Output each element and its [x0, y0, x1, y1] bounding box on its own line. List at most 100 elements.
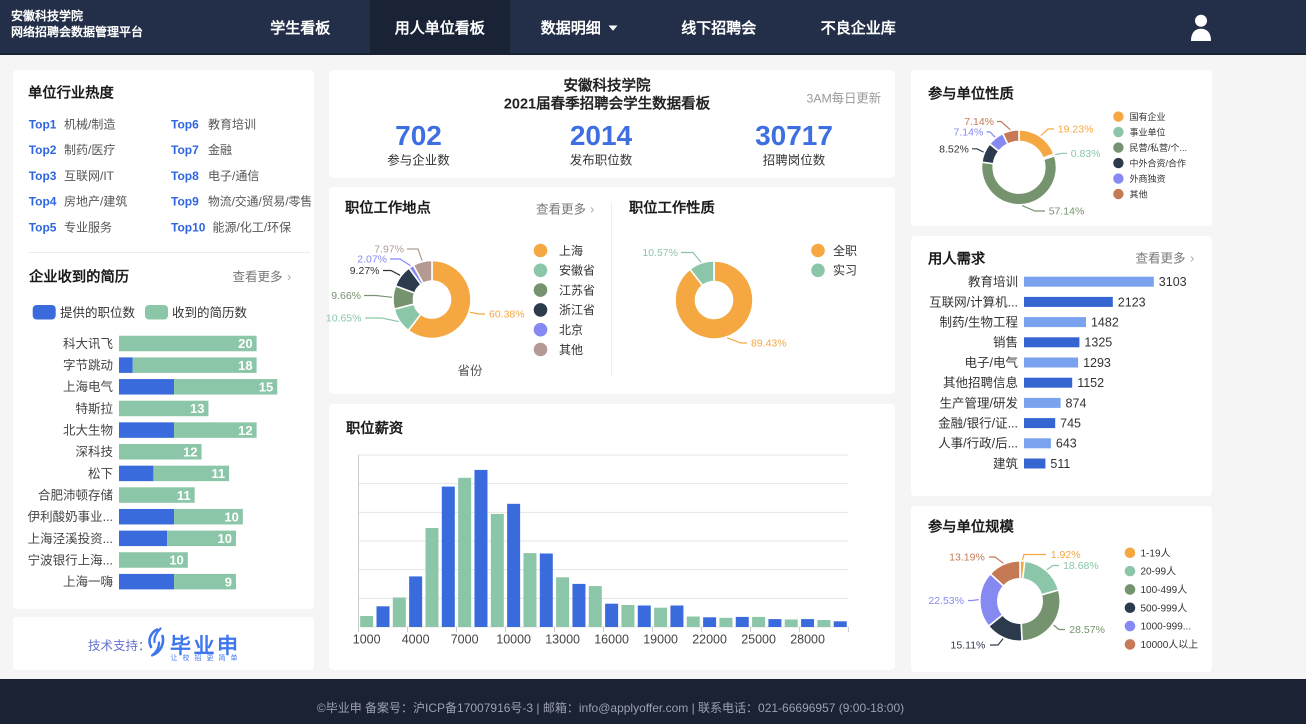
svg-text:用人需求: 用人需求	[928, 250, 986, 268]
svg-text:上海泾溪投资...: 上海泾溪投资...	[28, 531, 113, 546]
svg-text:11: 11	[211, 466, 225, 481]
svg-text:22000: 22000	[692, 633, 727, 647]
svg-text:›: ›	[1190, 251, 1194, 266]
svg-text:北京: 北京	[559, 323, 583, 337]
svg-text:上海: 上海	[559, 243, 583, 258]
svg-text:查看更多: 查看更多	[536, 203, 586, 217]
svg-text:8.52%: 8.52%	[939, 143, 969, 155]
svg-text:1000: 1000	[353, 633, 381, 647]
svg-text:人事/行政/后...: 人事/行政/后...	[938, 437, 1018, 451]
svg-text:1482: 1482	[1091, 316, 1119, 330]
svg-text:100-499人: 100-499人	[1141, 584, 1188, 596]
svg-text:生产管理/研发: 生产管理/研发	[940, 395, 1019, 410]
svg-text:Top8: Top8	[171, 169, 199, 183]
svg-text:Top2: Top2	[29, 143, 57, 157]
svg-text:制药/生物工程: 制药/生物工程	[940, 315, 1019, 330]
svg-text:特斯拉: 特斯拉	[75, 401, 113, 416]
svg-text:松下: 松下	[88, 467, 113, 481]
svg-text:提供的职位数: 提供的职位数	[60, 305, 136, 320]
svg-text:Top9: Top9	[171, 195, 199, 209]
svg-text:互联网/计算机...: 互联网/计算机...	[929, 294, 1018, 309]
svg-text:›: ›	[590, 202, 594, 217]
svg-text:查看更多: 查看更多	[233, 270, 283, 284]
svg-text:字节跳动: 字节跳动	[63, 358, 113, 373]
svg-text:›: ›	[287, 269, 291, 284]
svg-text:让校招更简单: 让校招更简单	[171, 653, 243, 662]
svg-text:收到的简历数: 收到的简历数	[172, 305, 248, 320]
svg-text:事业单位: 事业单位	[1130, 126, 1166, 137]
svg-text:20: 20	[238, 336, 252, 351]
svg-text:15: 15	[259, 380, 273, 395]
svg-text:互联网/IT: 互联网/IT	[64, 169, 115, 183]
svg-text:19.23%: 19.23%	[1058, 124, 1094, 136]
svg-text:国有企业: 国有企业	[1130, 111, 1166, 122]
svg-text:10.65%: 10.65%	[326, 313, 362, 325]
svg-text:702: 702	[395, 120, 442, 151]
svg-text:511: 511	[1050, 457, 1070, 471]
svg-text:物流/交通/贸易/零售: 物流/交通/贸易/零售	[208, 195, 312, 209]
svg-text:Top3: Top3	[29, 169, 57, 183]
svg-text:浙江省: 浙江省	[559, 303, 595, 317]
svg-text:4000: 4000	[402, 633, 430, 647]
svg-text:技术支持：: 技术支持：	[88, 638, 151, 653]
svg-text:参与单位规模: 参与单位规模	[928, 518, 1014, 536]
svg-text:16000: 16000	[594, 633, 629, 647]
svg-text:10: 10	[224, 509, 238, 524]
svg-text:销售: 销售	[993, 335, 1018, 350]
svg-text:1152: 1152	[1077, 376, 1104, 390]
svg-text:北大生物: 北大生物	[63, 424, 113, 438]
svg-text:招聘岗位数: 招聘岗位数	[763, 153, 826, 168]
svg-text:中外合资/合作: 中外合资/合作	[1130, 157, 1187, 168]
svg-text:省份: 省份	[457, 364, 483, 378]
svg-text:745: 745	[1060, 417, 1081, 431]
svg-text:其他: 其他	[1130, 188, 1148, 199]
svg-text:发布职位数: 发布职位数	[570, 153, 633, 168]
svg-text:安徽科技学院: 安徽科技学院	[564, 77, 651, 95]
svg-text:9.27%: 9.27%	[350, 265, 380, 277]
svg-text:10: 10	[217, 531, 231, 546]
svg-text:500-999人: 500-999人	[1141, 602, 1188, 614]
svg-text:专业服务: 专业服务	[64, 220, 112, 235]
svg-text:金融: 金融	[208, 142, 232, 157]
svg-text:10: 10	[169, 553, 183, 568]
svg-text:上海电气: 上海电气	[63, 379, 114, 394]
svg-text:12: 12	[238, 423, 252, 438]
svg-text:25000: 25000	[741, 633, 776, 647]
svg-text:874: 874	[1066, 396, 1087, 410]
svg-text:安徽省: 安徽省	[559, 263, 595, 278]
svg-text:10.57%: 10.57%	[642, 247, 678, 259]
svg-text:电子/电气: 电子/电气	[965, 355, 1019, 370]
svg-text:2014: 2014	[570, 120, 633, 151]
svg-text:3103: 3103	[1159, 275, 1187, 289]
svg-text:28000: 28000	[790, 633, 825, 647]
svg-text:职位工作性质: 职位工作性质	[629, 199, 715, 217]
svg-text:深科技: 深科技	[75, 445, 113, 459]
svg-text:18: 18	[238, 358, 252, 373]
svg-text:30717: 30717	[755, 120, 833, 151]
svg-text:其他招聘信息: 其他招聘信息	[943, 375, 1018, 390]
svg-text:参与企业数: 参与企业数	[387, 153, 450, 168]
svg-text:民营/私营/个...: 民营/私营/个...	[1130, 142, 1188, 153]
svg-text:查看更多: 查看更多	[1136, 252, 1186, 266]
svg-text:7.97%: 7.97%	[374, 244, 404, 256]
svg-text:Top10: Top10	[171, 221, 206, 235]
svg-text:职位工作地点: 职位工作地点	[345, 199, 431, 217]
svg-text:12: 12	[183, 444, 197, 459]
svg-text:宁波银行上海...: 宁波银行上海...	[28, 552, 113, 567]
svg-text:19000: 19000	[643, 633, 678, 647]
svg-text:7.14%: 7.14%	[964, 116, 994, 128]
svg-text:1293: 1293	[1083, 356, 1111, 370]
svg-text:20-99人: 20-99人	[1141, 566, 1177, 578]
svg-text:13000: 13000	[545, 633, 580, 647]
svg-text:13.19%: 13.19%	[949, 552, 985, 564]
svg-text:其他: 其他	[559, 343, 583, 357]
svg-text:电子/通信: 电子/通信	[208, 169, 259, 183]
svg-text:单位行业热度: 单位行业热度	[28, 84, 114, 102]
svg-text:643: 643	[1056, 437, 1077, 451]
svg-text:7.14%: 7.14%	[954, 126, 984, 138]
svg-text:建筑: 建筑	[993, 456, 1019, 471]
svg-text:3AM每日更新: 3AM每日更新	[807, 91, 881, 106]
svg-text:全职: 全职	[833, 243, 857, 258]
svg-text:0.83%: 0.83%	[1071, 148, 1101, 160]
svg-text:Top6: Top6	[171, 117, 199, 131]
